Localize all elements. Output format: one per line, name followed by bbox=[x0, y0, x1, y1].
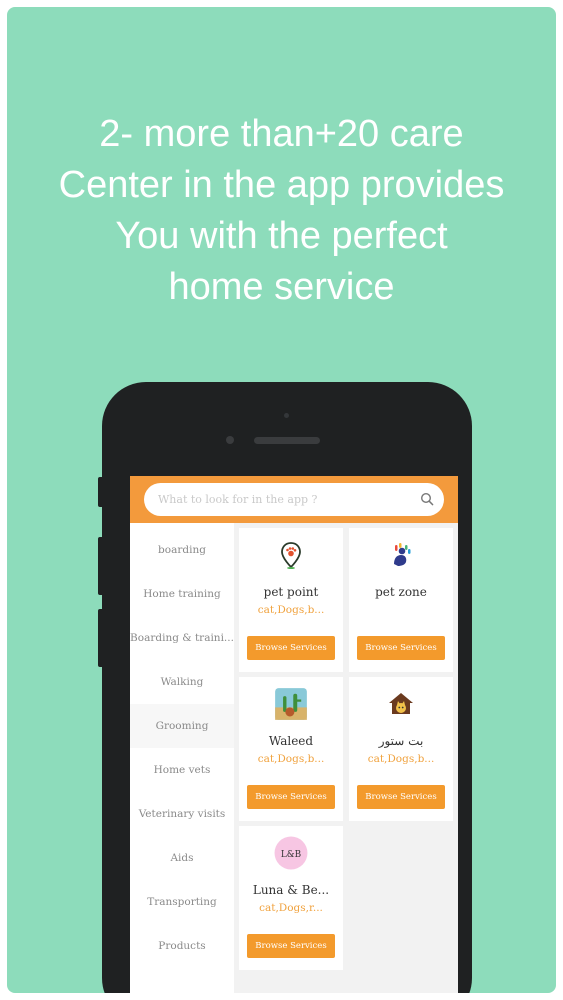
search-header: What to look for in the app ? bbox=[130, 476, 458, 523]
phone-frame: What to look for in the app ? boarding H… bbox=[102, 382, 472, 993]
category-item-boarding-training[interactable]: Boarding & traini... bbox=[130, 616, 234, 660]
promo-card: 2- more than+20 care Center in the app p… bbox=[7, 7, 556, 993]
app-screen: What to look for in the app ? boarding H… bbox=[130, 476, 458, 993]
search-placeholder: What to look for in the app ? bbox=[158, 493, 318, 506]
category-item-grooming[interactable]: Grooming bbox=[130, 704, 234, 748]
center-name: Waleed bbox=[268, 734, 314, 748]
headline-line: home service bbox=[168, 266, 395, 308]
dog-hand-logo-icon bbox=[394, 543, 411, 566]
center-tags: cat,Dogs,b... bbox=[367, 753, 435, 765]
browse-services-button[interactable]: Browse Services bbox=[357, 636, 445, 660]
center-card-pet-zone[interactable]: pet zone Browse Services bbox=[349, 528, 453, 672]
center-tags: cat,Dogs,b... bbox=[257, 604, 325, 616]
browse-services-button[interactable]: Browse Services bbox=[247, 785, 335, 809]
category-item-boarding[interactable]: boarding bbox=[130, 528, 234, 572]
paw-pin-icon bbox=[281, 542, 301, 569]
search-icon[interactable] bbox=[420, 492, 434, 506]
promo-headline: 2- more than+20 care Center in the app p… bbox=[7, 109, 556, 313]
headline-line: 2- more than+20 care bbox=[99, 113, 464, 155]
cactus-photo-icon bbox=[275, 688, 307, 720]
headline-line: You with the perfect bbox=[115, 215, 448, 257]
headline-line: Center in the app provides bbox=[58, 164, 505, 206]
center-tags: cat,Dogs,b... bbox=[257, 753, 325, 765]
center-name: Luna & Be... bbox=[252, 883, 330, 897]
center-tags: cat,Dogs,r... bbox=[259, 902, 323, 914]
category-sidebar: boarding Home training Boarding & traini… bbox=[130, 528, 234, 993]
category-item-veterinary-visits[interactable]: Veterinary visits bbox=[130, 792, 234, 836]
category-item-products[interactable]: Products bbox=[130, 924, 234, 968]
house-cat-icon bbox=[389, 693, 413, 714]
svg-text:L&B: L&B bbox=[281, 850, 301, 860]
phone-camera bbox=[226, 436, 234, 444]
center-card-waleed[interactable]: Waleed cat,Dogs,b... Browse Services bbox=[239, 677, 343, 821]
center-name: بت ستور bbox=[378, 734, 424, 748]
center-card-pet-store[interactable]: بت ستور cat,Dogs,b... Browse Services bbox=[349, 677, 453, 821]
phone-speaker bbox=[254, 437, 320, 444]
category-item-home-vets[interactable]: Home vets bbox=[130, 748, 234, 792]
browse-services-button[interactable]: Browse Services bbox=[247, 934, 335, 958]
phone-sensor bbox=[284, 413, 289, 418]
category-item-walking[interactable]: Walking bbox=[130, 660, 234, 704]
center-card-pet-point[interactable]: pet point cat,Dogs,b... Browse Services bbox=[239, 528, 343, 672]
browse-services-button[interactable]: Browse Services bbox=[247, 636, 335, 660]
center-card-luna[interactable]: L&B Luna & Be... cat,Dogs,r... Browse Se… bbox=[239, 826, 343, 970]
center-name: pet zone bbox=[375, 585, 427, 599]
center-name: pet point bbox=[263, 585, 319, 599]
center-grid: pet point cat,Dogs,b... Browse Services … bbox=[234, 523, 458, 993]
category-item-transporting[interactable]: Transporting bbox=[130, 880, 234, 924]
luna-logo-icon: L&B bbox=[274, 836, 308, 870]
category-item-home-training[interactable]: Home training bbox=[130, 572, 234, 616]
search-input[interactable]: What to look for in the app ? bbox=[144, 483, 444, 516]
category-item-aids[interactable]: Aids bbox=[130, 836, 234, 880]
browse-services-button[interactable]: Browse Services bbox=[357, 785, 445, 809]
